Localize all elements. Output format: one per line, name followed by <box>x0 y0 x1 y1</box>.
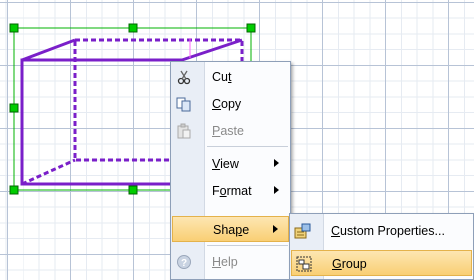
shape-submenu: Custom Properties... Group <box>289 213 474 280</box>
handle-bottom-middle[interactable] <box>128 185 138 195</box>
menu-separator <box>207 245 288 246</box>
menu-item-help[interactable]: ? Help <box>172 249 289 275</box>
group-icon <box>295 255 313 273</box>
paste-icon <box>175 122 193 140</box>
custom-properties-icon <box>294 222 312 240</box>
box-edge-bottom-left <box>21 158 76 186</box>
menu-item-group-label: Group <box>332 257 367 271</box>
copy-icon <box>175 95 193 113</box>
box-edge-top-left <box>21 38 76 62</box>
box-front-face <box>20 58 184 186</box>
handle-bottom-left[interactable] <box>9 185 19 195</box>
menu-item-group[interactable]: Group <box>291 250 472 276</box>
handle-top-left[interactable] <box>9 23 19 33</box>
menu-item-copy[interactable]: Copy <box>172 91 289 117</box>
menu-item-cut[interactable]: Cut <box>172 64 289 90</box>
submenu-arrow-icon <box>273 225 278 233</box>
svg-text:?: ? <box>181 258 187 269</box>
menu-item-paste-label: Paste <box>212 124 244 138</box>
handle-top-right[interactable] <box>246 23 256 33</box>
submenu-arrow-icon <box>274 186 279 194</box>
menu-separator <box>207 146 288 147</box>
menu-item-copy-label: Copy <box>212 97 242 111</box>
box-edge-top-right <box>181 38 243 62</box>
handle-top-middle[interactable] <box>128 23 138 33</box>
menu-item-custom-properties[interactable]: Custom Properties... <box>291 218 472 244</box>
menu-item-view-label: View <box>212 157 239 171</box>
scissors-icon <box>175 68 193 86</box>
menu-item-shape[interactable]: Shape <box>172 216 289 242</box>
menu-item-custom-properties-label: Custom Properties... <box>331 224 445 238</box>
menu-item-format[interactable]: Format <box>172 178 289 204</box>
menu-item-view[interactable]: View <box>172 151 289 177</box>
menu-item-help-label: Help <box>212 255 238 269</box>
handle-middle-left[interactable] <box>9 103 19 113</box>
help-icon: ? <box>175 253 193 271</box>
context-menu: Cut Copy Paste View Format Shape ? Help <box>170 61 291 280</box>
menu-item-shape-label: Shape <box>213 223 250 237</box>
menu-item-paste[interactable]: Paste <box>172 118 289 144</box>
menu-item-cut-label: Cut <box>212 70 232 84</box>
submenu-arrow-icon <box>274 159 279 167</box>
menu-item-format-label: Format <box>212 184 252 198</box>
